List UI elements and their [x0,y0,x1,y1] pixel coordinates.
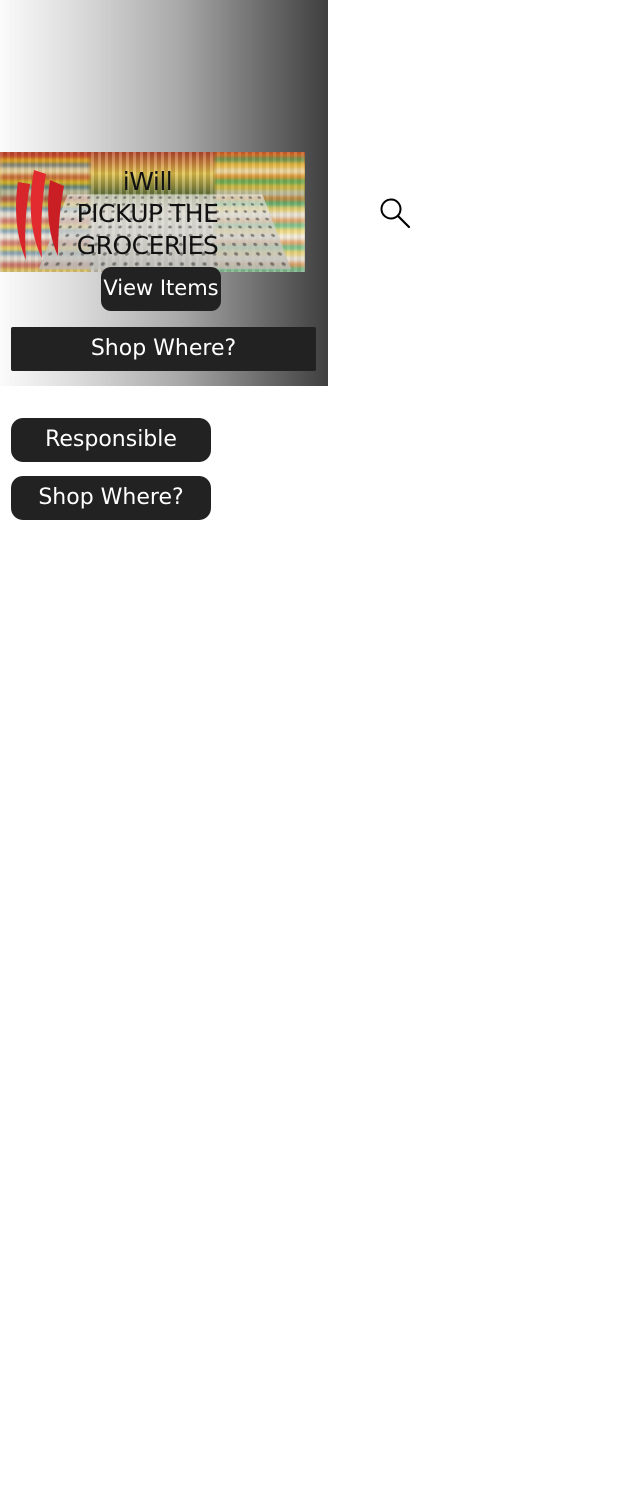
banner-image: iWill PICKUP THE GROCERIES [0,152,305,272]
view-items-button[interactable]: View Items [101,267,221,311]
shop-where-button[interactable]: Shop Where? [11,327,316,371]
banner-title-line-2: PICKUP THE [76,199,219,228]
shop-where-secondary-button[interactable]: Shop Where? [11,476,211,520]
banner-title-line-3: GROCERIES [76,231,219,260]
banner-title-line-1: iWill [122,167,173,196]
hero-panel: iWill PICKUP THE GROCERIES View Items Sh… [0,0,328,386]
page: iWill PICKUP THE GROCERIES View Items Sh… [0,0,640,1500]
search-icon[interactable] [378,196,412,230]
responsible-button[interactable]: Responsible [11,418,211,462]
banner-title: iWill PICKUP THE GROCERIES [60,166,235,262]
